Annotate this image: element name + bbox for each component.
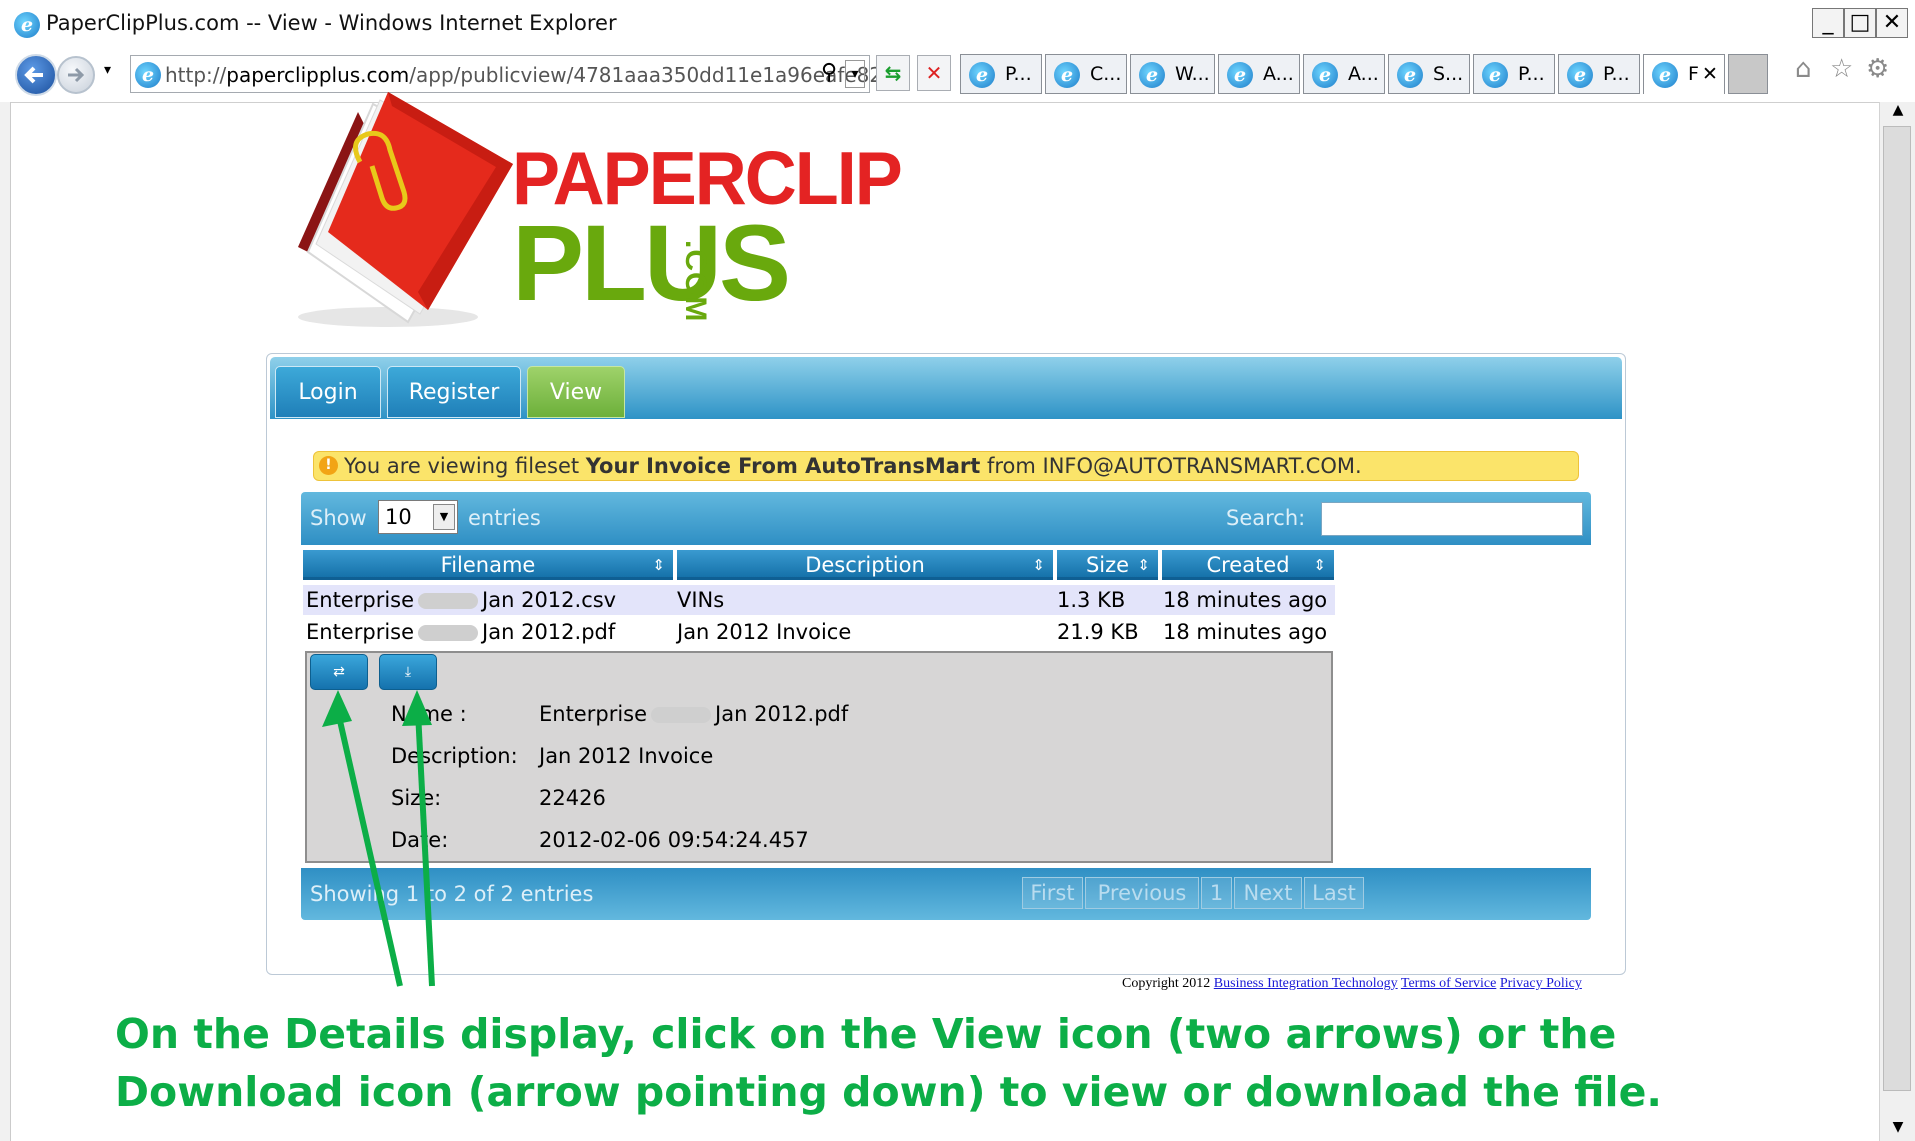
instruction-caption: On the Details display, click on the Vie… [115, 1010, 1662, 1116]
arrow-head-icon [322, 690, 352, 727]
annotation-arrows [322, 690, 435, 987]
arrow-head-icon [402, 690, 432, 726]
